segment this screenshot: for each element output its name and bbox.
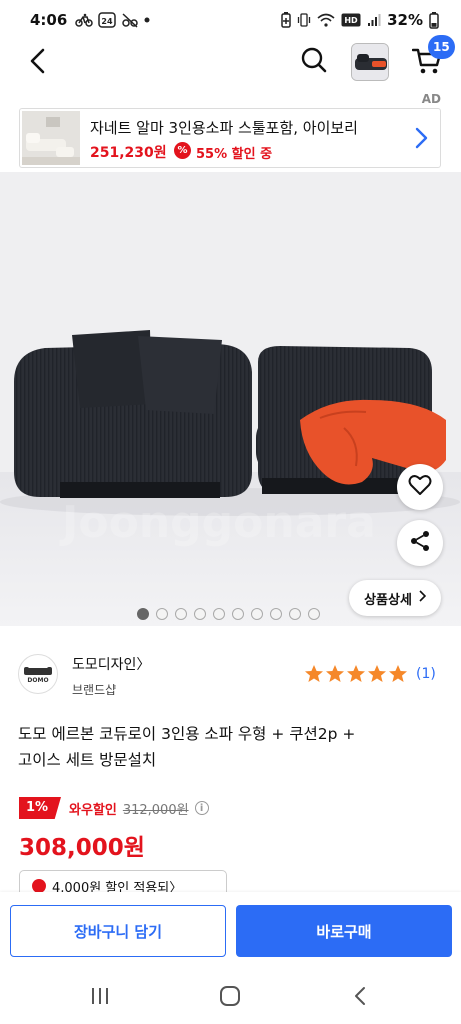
volte-label: HD	[344, 16, 358, 25]
battery-icon	[429, 11, 439, 29]
search-icon	[300, 46, 328, 78]
ad-price: 251,230원	[90, 145, 167, 161]
dot-icon	[144, 17, 150, 23]
seller-logo[interactable]: DOMO	[18, 654, 58, 694]
seller-row: DOMO 도모디자인〉 브랜드샵 (1)	[0, 640, 461, 710]
cart-count-badge: 15	[428, 35, 455, 59]
share-icon	[409, 530, 431, 556]
calendar-24-icon: 24	[98, 12, 117, 28]
carousel-dot[interactable]	[308, 608, 320, 620]
review-count[interactable]: (1)	[416, 666, 436, 682]
sofa-product-image	[0, 172, 461, 626]
system-nav-bar	[0, 972, 461, 1024]
carousel-dot[interactable]	[213, 608, 225, 620]
ad-label: AD	[421, 92, 441, 106]
status-time: 4:06	[30, 11, 68, 29]
share-button[interactable]	[397, 520, 443, 566]
product-title: 도모 에르본 코듀로이 3인용 소파 우형 + 쿠션2p + 고이스 세트 방문…	[18, 721, 438, 773]
add-to-cart-button[interactable]: 장바구니 담기	[10, 905, 226, 957]
ad-title: 자네트 알마 3인용소파 스툴포함, 아이보리	[90, 119, 358, 137]
product-thumbnail-button[interactable]	[351, 43, 389, 81]
carousel-dot[interactable]	[175, 608, 187, 620]
carousel-dot[interactable]	[289, 608, 301, 620]
product-detail-button[interactable]: 상품상세	[349, 580, 441, 616]
heart-icon	[408, 474, 432, 500]
discount-percent-icon: %	[174, 142, 191, 159]
chevron-right-icon	[412, 127, 430, 149]
carousel-dot[interactable]	[156, 608, 168, 620]
seller-logo-text: DOMO	[27, 676, 49, 684]
status-left-icons: 24	[75, 12, 150, 28]
status-bar: 4:06 24 HD 32%	[0, 0, 461, 40]
ad-discount: 55% 할인 중	[196, 147, 273, 162]
battery-saver-icon	[281, 12, 291, 28]
sofa-thumbnail-image	[352, 44, 388, 80]
product-title-line2: 고이스 세트 방문설치	[18, 751, 157, 769]
carousel-dots	[137, 608, 320, 620]
carousel-dot[interactable]	[270, 608, 282, 620]
sofa-logo-icon	[24, 666, 52, 675]
star-icon	[326, 665, 344, 682]
no-signal-bike-icon	[121, 12, 139, 28]
star-icon	[368, 665, 386, 682]
bottom-action-bar: 장바구니 담기 바로구매	[0, 892, 461, 972]
signal-icon	[367, 13, 381, 27]
star-icon	[389, 665, 407, 682]
search-button[interactable]	[298, 46, 330, 78]
status-right-icons: HD 32%	[281, 11, 439, 29]
vibrate-icon	[297, 13, 311, 27]
rating-stars[interactable]	[304, 664, 408, 684]
wifi-icon	[317, 13, 335, 27]
original-price: 312,000원	[122, 802, 189, 818]
like-button[interactable]	[397, 464, 443, 510]
info-icon[interactable]: i	[194, 801, 209, 815]
back-button[interactable]	[22, 48, 52, 78]
product-image-carousel[interactable]: Joonggonara 상품상세	[0, 172, 461, 626]
seller-name-link[interactable]: 도모디자인〉	[72, 654, 150, 674]
coupon-icon	[32, 879, 46, 893]
volte-icon: HD	[341, 13, 361, 27]
buy-now-button[interactable]: 바로구매	[236, 905, 452, 957]
wow-discount-row: 1% 와우할인 312,000원 i	[19, 797, 209, 819]
carousel-dot[interactable]	[232, 608, 244, 620]
carousel-dot[interactable]	[137, 608, 149, 620]
carousel-dot[interactable]	[194, 608, 206, 620]
carousel-dot[interactable]	[251, 608, 263, 620]
final-price: 308,000원	[19, 835, 145, 861]
back-arrow-icon	[353, 986, 367, 1010]
seller-subtitle: 브랜드샵	[72, 683, 117, 697]
detail-label: 상품상세	[364, 592, 412, 608]
recent-apps-button[interactable]	[88, 986, 112, 1010]
battery-percent: 32%	[387, 11, 423, 29]
calendar-badge-text: 24	[102, 17, 114, 26]
bike-icon	[75, 13, 94, 27]
discount-badge: 1%	[19, 797, 61, 819]
chevron-left-icon	[28, 48, 46, 78]
ad-banner[interactable]: 자네트 알마 3인용소파 스툴포함, 아이보리 251,230원 % 55% 할…	[19, 108, 441, 168]
star-icon	[305, 665, 323, 682]
recent-apps-icon	[90, 987, 110, 1009]
top-nav: 15	[0, 35, 461, 84]
star-icon	[347, 665, 365, 682]
system-back-button[interactable]	[348, 986, 372, 1010]
home-button[interactable]	[218, 986, 242, 1010]
chevron-right-icon	[418, 590, 427, 606]
wow-discount-label: 와우할인	[69, 802, 117, 818]
watermark-text: Joonggonara	[62, 497, 376, 548]
ad-product-image	[22, 111, 80, 165]
product-title-line1: 도모 에르본 코듀로이 3인용 소파 우형 + 쿠션2p +	[18, 725, 356, 743]
home-icon	[219, 985, 241, 1011]
